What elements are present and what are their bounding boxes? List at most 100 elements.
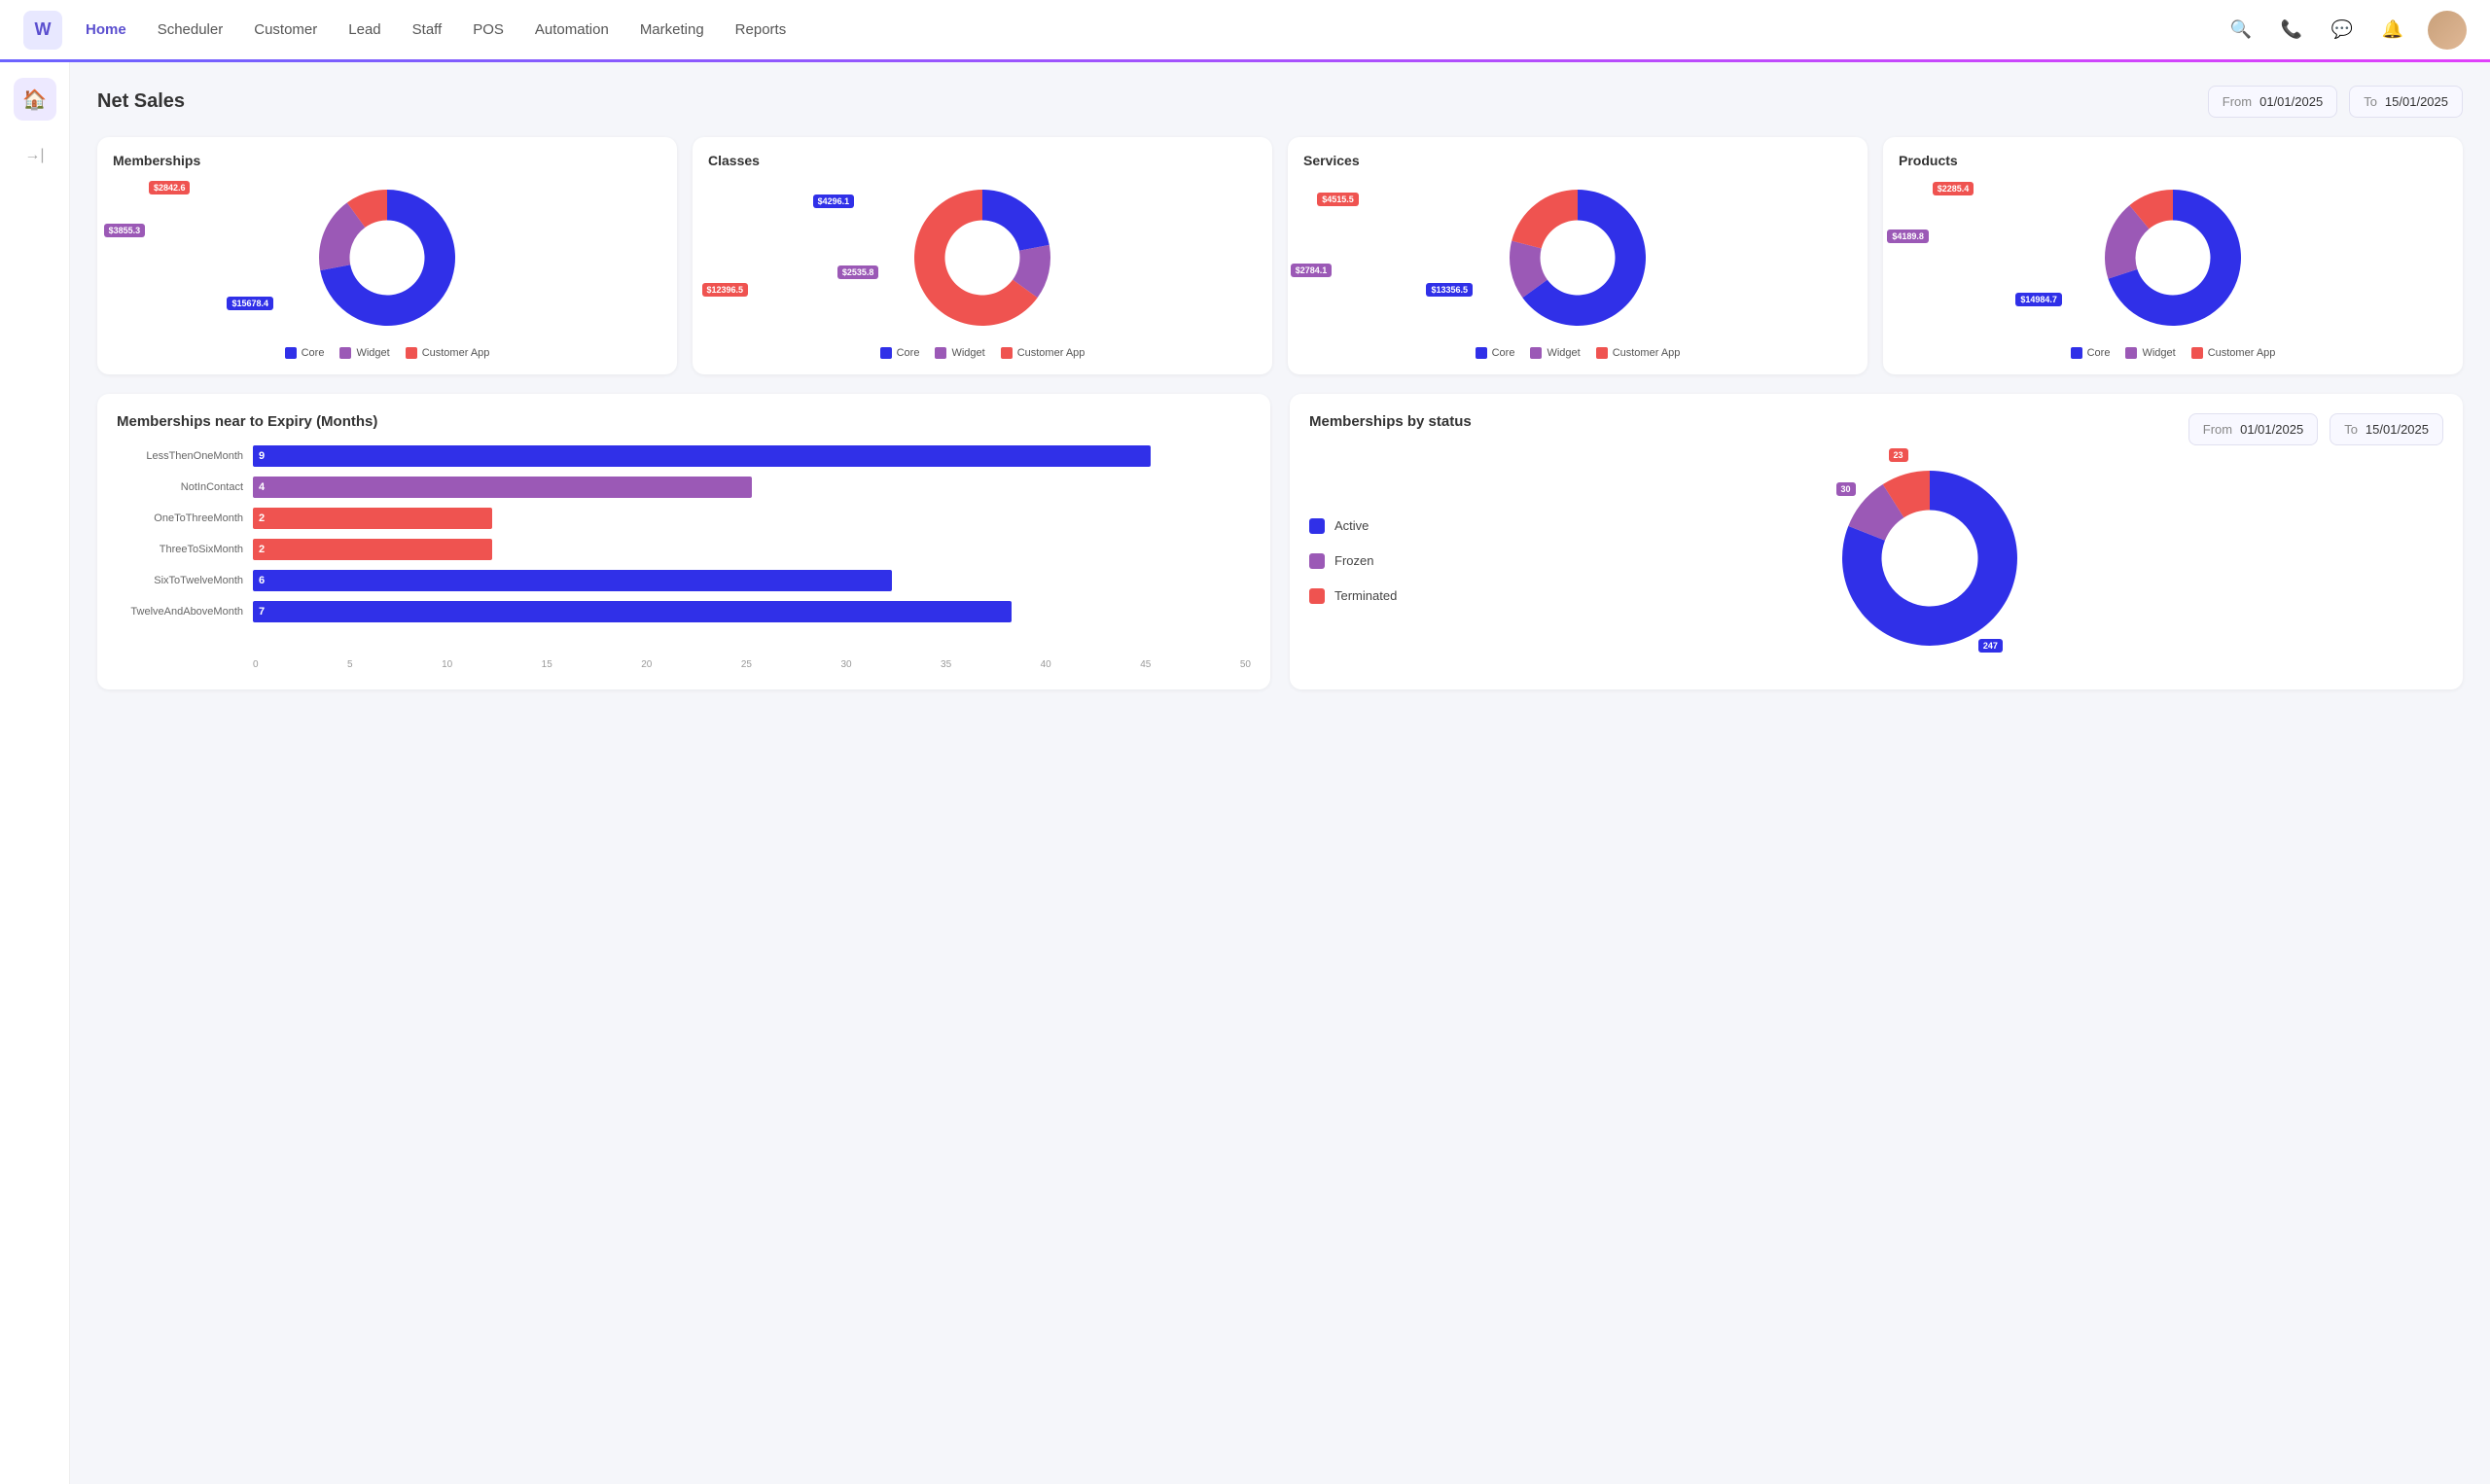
chart-title-3: Products <box>1899 153 2447 168</box>
status-from-date: 01/01/2025 <box>2240 422 2303 437</box>
expiry-card: Memberships near to Expiry (Months) Less… <box>97 394 1270 689</box>
status-legend-label-0: Active <box>1334 518 1369 533</box>
legend-item-0-2: Customer App <box>406 347 490 359</box>
from-date-field[interactable]: From 01/01/2025 <box>2208 86 2337 118</box>
nav-automation[interactable]: Automation <box>535 21 609 38</box>
donut-label-1-1: $2535.8 <box>837 265 879 279</box>
status-value-label-2: 23 <box>1889 448 1908 462</box>
sidebar: 🏠 →| <box>0 62 70 1484</box>
expiry-title: Memberships near to Expiry (Months) <box>117 413 1251 430</box>
bar-axis-label: 10 <box>442 659 452 670</box>
status-donut-wrapper: 2473023 <box>1416 461 2443 660</box>
bar-axis-label: 30 <box>840 659 851 670</box>
status-legend: Active Frozen Terminated <box>1309 461 1397 660</box>
chart-title-1: Classes <box>708 153 1257 168</box>
status-legend-item-1: Frozen <box>1309 553 1397 569</box>
chart-card-1: Classes$4296.1$2535.8$12396.5CoreWidgetC… <box>693 137 1272 374</box>
bell-icon[interactable]: 🔔 <box>2377 15 2408 46</box>
bar-axis-label: 15 <box>542 659 552 670</box>
navbar-actions: 🔍 📞 💬 🔔 <box>2225 11 2467 50</box>
bar-axis-label: 40 <box>1041 659 1051 670</box>
to-date-value: 15/01/2025 <box>2385 94 2448 109</box>
donut-wrapper-1: $4296.1$2535.8$12396.5 <box>708 180 1257 336</box>
status-value-label-0: 247 <box>1978 639 2003 653</box>
donut-label-0-0: $15678.4 <box>227 297 273 310</box>
legend-item-1-1: Widget <box>935 347 984 359</box>
bar-fill: 6 <box>253 570 892 591</box>
donut-label-0-2: $2842.6 <box>149 181 191 194</box>
donut-wrapper-0: $15678.4$3855.3$2842.6 <box>113 180 661 336</box>
bar-value: 9 <box>259 450 265 462</box>
bar-fill: 7 <box>253 601 1012 622</box>
donut-wrapper-2: $13356.5$2784.1$4515.5 <box>1303 180 1852 336</box>
legend-2: CoreWidgetCustomer App <box>1303 347 1852 359</box>
legend-item-1-0: Core <box>880 347 920 359</box>
donut-wrapper-3: $14984.7$4189.8$2285.4 <box>1899 180 2447 336</box>
bar-axis-label: 45 <box>1140 659 1151 670</box>
net-sales-header: Net Sales From 01/01/2025 To 15/01/2025 <box>97 86 2463 118</box>
bar-value: 2 <box>259 544 265 555</box>
chart-title-2: Services <box>1303 153 1852 168</box>
bar-row: SixToTwelveMonth6 <box>117 570 1251 591</box>
status-legend-label-2: Terminated <box>1334 588 1397 603</box>
from-date-value: 01/01/2025 <box>2259 94 2323 109</box>
nav-pos[interactable]: POS <box>473 21 504 38</box>
charts-grid: Memberships$15678.4$3855.3$2842.6CoreWid… <box>97 137 2463 374</box>
bottom-grid: Memberships near to Expiry (Months) Less… <box>97 394 2463 709</box>
legend-item-3-1: Widget <box>2125 347 2175 359</box>
donut-label-1-0: $4296.1 <box>813 194 855 208</box>
bar-row: TwelveAndAboveMonth7 <box>117 601 1251 622</box>
bar-track: 6 <box>253 570 1251 591</box>
bar-value: 7 <box>259 606 265 618</box>
legend-item-3-2: Customer App <box>2191 347 2276 359</box>
status-dot-1 <box>1309 553 1325 569</box>
bar-axis-label: 0 <box>253 659 259 670</box>
chart-card-2: Services $13356.5$2784.1$4515.5 CoreWidget… <box>1288 137 1868 374</box>
status-legend-label-1: Frozen <box>1334 553 1373 568</box>
status-to-date: 15/01/2025 <box>2366 422 2429 437</box>
whatsapp-icon[interactable]: 💬 <box>2327 15 2358 46</box>
bar-label: NotInContact <box>117 481 243 493</box>
status-section: Active Frozen Terminated 2473023 <box>1309 461 2443 660</box>
nav-marketing[interactable]: Marketing <box>640 21 704 38</box>
nav-staff[interactable]: Staff <box>412 21 443 38</box>
nav-scheduler[interactable]: Scheduler <box>158 21 224 38</box>
bar-fill: 4 <box>253 477 752 498</box>
sidebar-collapse[interactable]: →| <box>14 140 56 171</box>
user-avatar[interactable] <box>2428 11 2467 50</box>
sidebar-home[interactable]: 🏠 <box>14 78 56 121</box>
legend-item-2-0: Core <box>1476 347 1515 359</box>
bar-track: 2 <box>253 539 1251 560</box>
to-date-field[interactable]: To 15/01/2025 <box>2349 86 2463 118</box>
legend-item-3-0: Core <box>2071 347 2111 359</box>
phone-icon[interactable]: 📞 <box>2276 15 2307 46</box>
donut-label-2-2: $4515.5 <box>1317 193 1359 206</box>
to-label: To <box>2364 94 2377 109</box>
main-layout: 🏠 →| Net Sales From 01/01/2025 To 15/01/… <box>0 62 2490 1484</box>
search-icon[interactable]: 🔍 <box>2225 15 2257 46</box>
status-dot-0 <box>1309 518 1325 534</box>
status-to-field[interactable]: To 15/01/2025 <box>2330 413 2443 445</box>
nav-lead[interactable]: Lead <box>348 21 380 38</box>
expiry-bar-chart: LessThenOneMonth9NotInContact4OneToThree… <box>117 445 1251 652</box>
bar-axis-label: 5 <box>347 659 353 670</box>
bar-fill: 9 <box>253 445 1151 467</box>
bar-track: 9 <box>253 445 1251 467</box>
chart-card-0: Memberships$15678.4$3855.3$2842.6CoreWid… <box>97 137 677 374</box>
date-range: From 01/01/2025 To 15/01/2025 <box>2208 86 2463 118</box>
bar-track: 2 <box>253 508 1251 529</box>
status-to-label: To <box>2344 422 2358 437</box>
chart-card-3: Products $14984.7$4189.8$2285.4 Core Widget… <box>1883 137 2463 374</box>
nav-reports[interactable]: Reports <box>735 21 787 38</box>
net-sales-title: Net Sales <box>97 90 185 113</box>
legend-1: CoreWidgetCustomer App <box>708 347 1257 359</box>
app-logo[interactable]: W <box>23 11 62 50</box>
status-from-field[interactable]: From 01/01/2025 <box>2188 413 2318 445</box>
main-content: Net Sales From 01/01/2025 To 15/01/2025 … <box>70 62 2490 1484</box>
nav-home[interactable]: Home <box>86 21 126 38</box>
donut-label-3-1: $4189.8 <box>1887 230 1929 243</box>
donut-label-3-2: $2285.4 <box>1933 182 1974 195</box>
bar-label: ThreeToSixMonth <box>117 544 243 555</box>
bar-value: 6 <box>259 575 265 586</box>
nav-customer[interactable]: Customer <box>254 21 317 38</box>
